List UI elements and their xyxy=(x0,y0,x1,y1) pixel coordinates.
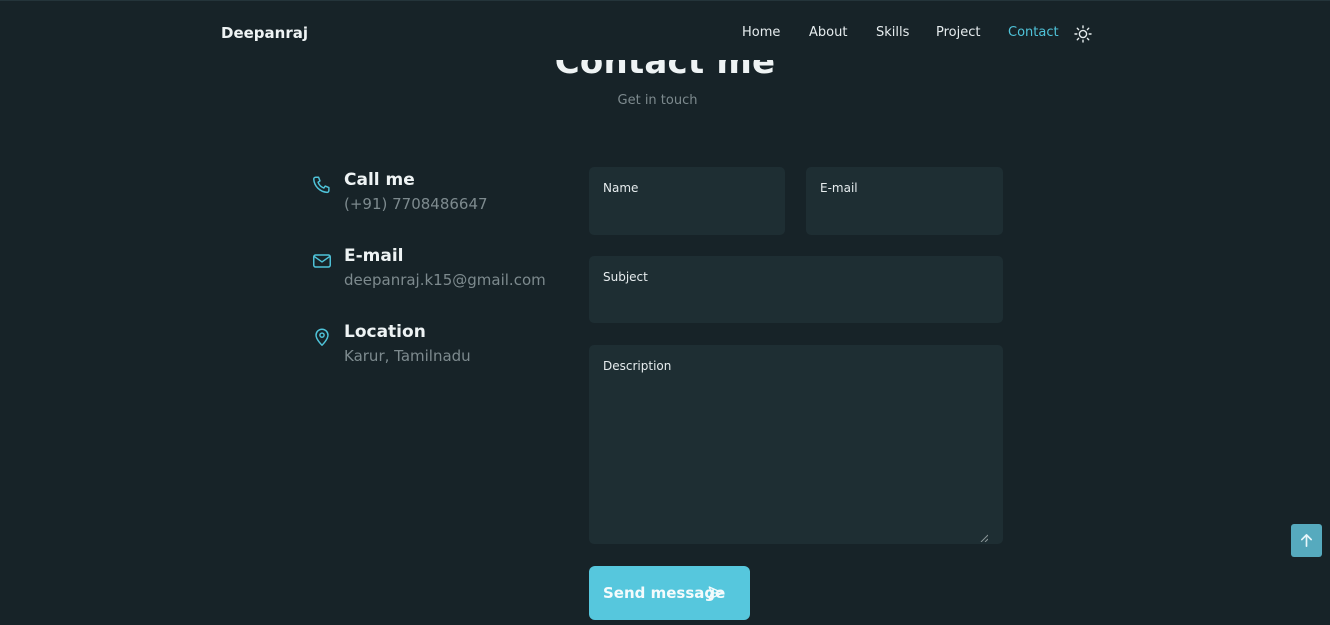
phone-number: (+91) 7708486647 xyxy=(344,195,488,213)
email-address: deepanraj.k15@gmail.com xyxy=(344,271,546,289)
contact-page: Contact me Get in touch Deepanraj Home A… xyxy=(0,0,1330,625)
map-pin-icon xyxy=(311,326,333,348)
resize-grip-icon[interactable] xyxy=(980,527,989,543)
send-icon xyxy=(707,584,725,602)
nav-home[interactable]: Home xyxy=(742,25,780,40)
description-label: Description xyxy=(603,359,672,373)
info-title: E-mail xyxy=(344,246,404,266)
nav-project[interactable]: Project xyxy=(936,25,980,40)
mail-icon xyxy=(311,250,333,272)
subject-field[interactable]: Subject xyxy=(589,256,1003,323)
nav-about[interactable]: About xyxy=(809,25,847,40)
nav-contact[interactable]: Contact xyxy=(1008,25,1059,40)
logo[interactable]: Deepanraj xyxy=(221,24,308,42)
location-text: Karur, Tamilnadu xyxy=(344,347,471,365)
name-field[interactable]: Name xyxy=(589,167,785,235)
info-title: Call me xyxy=(344,170,415,190)
email-field[interactable]: E-mail xyxy=(806,167,1003,235)
description-field[interactable]: Description xyxy=(589,345,1003,544)
arrow-up-icon xyxy=(1300,534,1313,547)
name-label: Name xyxy=(603,181,639,195)
scroll-to-top-button[interactable] xyxy=(1291,524,1322,557)
phone-icon xyxy=(311,174,333,196)
email-label: E-mail xyxy=(820,181,858,195)
send-message-button[interactable]: Send message xyxy=(589,566,750,620)
nav-skills[interactable]: Skills xyxy=(876,25,909,40)
info-title: Location xyxy=(344,322,426,342)
section-subtitle: Get in touch xyxy=(617,93,698,108)
site-header: Deepanraj Home About Skills Project Cont… xyxy=(0,0,1330,60)
subject-label: Subject xyxy=(603,270,648,284)
sun-icon[interactable] xyxy=(1074,25,1092,43)
